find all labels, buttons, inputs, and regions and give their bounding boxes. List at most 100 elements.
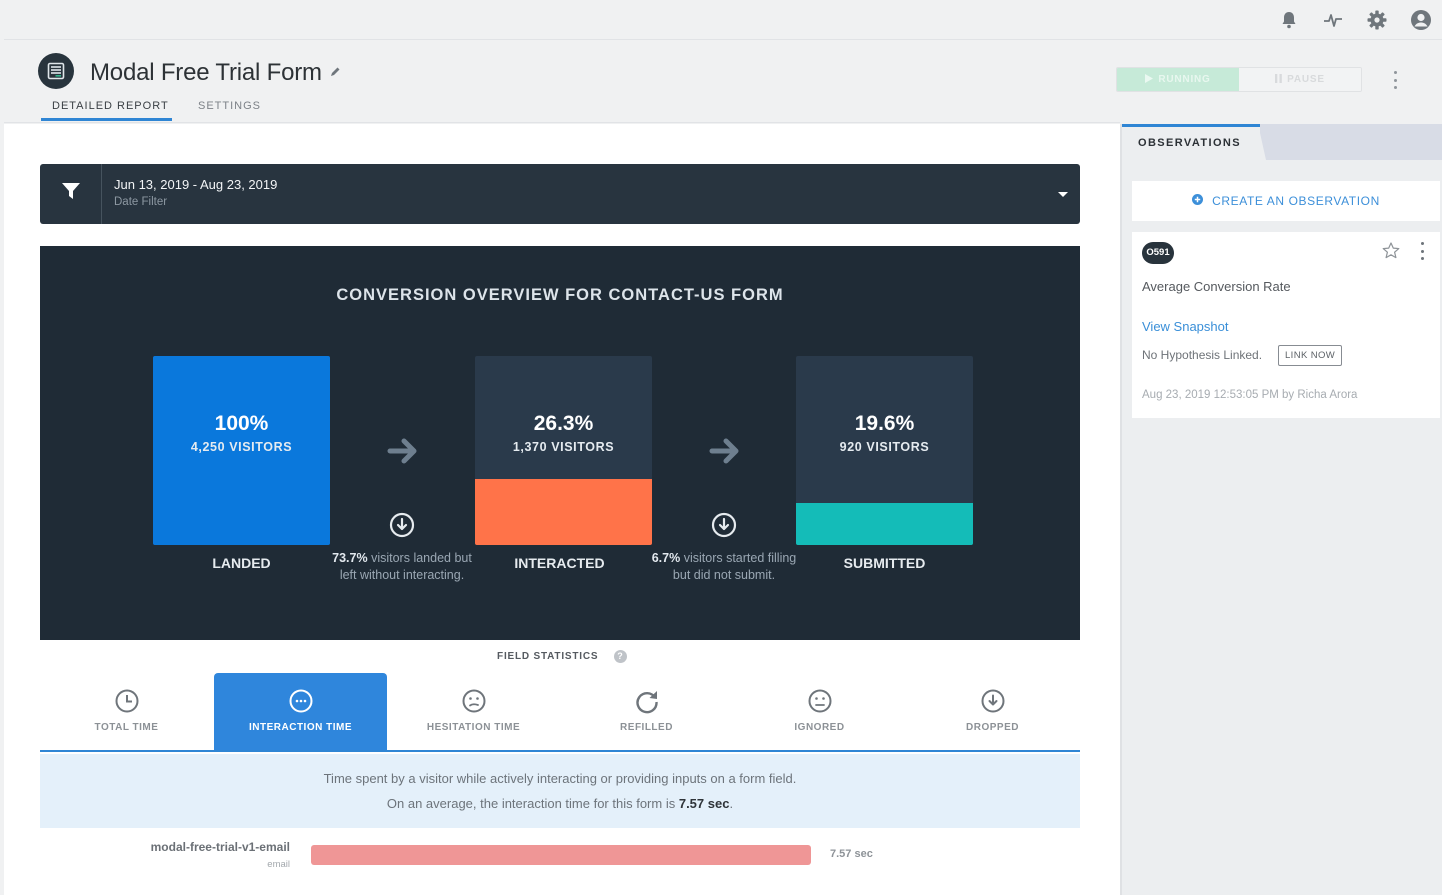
- page-title: Modal Free Trial Form: [90, 59, 322, 86]
- tab-observations[interactable]: OBSERVATIONS: [1122, 124, 1260, 160]
- tab-label: DROPPED: [966, 722, 1019, 733]
- field-name: modal-free-trial-v1-email: [150, 840, 290, 854]
- tab-total-time[interactable]: TOTAL TIME: [40, 673, 213, 750]
- tab-ignored[interactable]: IGNORED: [733, 673, 906, 750]
- run-state-toggle: RUNNING PAUSE: [1116, 67, 1362, 92]
- chevron-down-icon: [1058, 192, 1068, 197]
- description-text: Time spent by a visitor while actively i…: [323, 771, 797, 786]
- tab-label: HESITATION TIME: [426, 722, 521, 733]
- running-button[interactable]: RUNNING: [1117, 68, 1239, 91]
- observations-tab-label: OBSERVATIONS: [1138, 137, 1241, 149]
- activity-icon[interactable]: [1322, 9, 1344, 31]
- running-label: RUNNING: [1158, 74, 1211, 85]
- create-observation-label: CREATE AN OBSERVATION: [1212, 194, 1380, 208]
- stage-visitors: 1,370 VISITORS: [512, 440, 615, 454]
- stage-fill: [475, 478, 652, 545]
- tab-detailed-report[interactable]: DETAILED REPORT: [52, 100, 169, 112]
- stage-percent: 100%: [214, 412, 269, 435]
- top-bar: [4, 0, 1442, 40]
- tab-refilled[interactable]: REFILLED: [560, 673, 733, 750]
- field-type: email: [267, 859, 290, 870]
- bell-icon[interactable]: [1278, 9, 1300, 31]
- date-filter-label: Date Filter: [114, 196, 168, 208]
- link-now-button[interactable]: LINK NOW: [1278, 345, 1343, 366]
- stage-fill: [796, 503, 973, 545]
- pause-button[interactable]: PAUSE: [1239, 68, 1361, 91]
- pencil-icon[interactable]: [329, 65, 341, 83]
- field-value: 7.57 sec: [830, 848, 873, 860]
- stage-visitors: 4,250 VISITORS: [190, 440, 293, 454]
- help-icon[interactable]: ?: [613, 650, 627, 663]
- stage-label: SUBMITTED: [843, 555, 926, 571]
- arrow-right-icon: [387, 436, 421, 471]
- tab-strip-background: [1258, 124, 1442, 160]
- field-bar-track: [311, 845, 1011, 865]
- dropoff-percent: 6.7%: [651, 551, 681, 565]
- stage-percent: 26.3%: [533, 412, 594, 435]
- stage-landed: 100% 4,250 VISITORS: [153, 356, 330, 545]
- tab-label: INTERACTION TIME: [249, 722, 352, 733]
- observation-id-badge: O591: [1142, 242, 1174, 264]
- conversion-overview: CONVERSION OVERVIEW FOR CONTACT-US FORM …: [40, 246, 1080, 640]
- date-filter-dropdown[interactable]: Jun 13, 2019 - Aug 23, 2019 Date Filter: [40, 164, 1080, 224]
- gear-icon[interactable]: [1366, 9, 1388, 31]
- clock-icon: [114, 688, 140, 719]
- tab-hesitation-time[interactable]: HESITATION TIME: [387, 673, 560, 750]
- header-actions: RUNNING PAUSE: [1116, 41, 1442, 123]
- date-range: Jun 13, 2019 - Aug 23, 2019: [114, 177, 278, 192]
- dropoff-percent: 73.7%: [332, 551, 368, 565]
- drop-down-circle-icon: [389, 512, 415, 538]
- hypothesis-status: No Hypothesis Linked.: [1142, 348, 1263, 362]
- observation-card: O591 Average Conversion Rate View Snapsh…: [1132, 232, 1440, 418]
- filter-icon-box: [40, 164, 102, 224]
- plus-circle-icon: [1192, 192, 1204, 210]
- page-header: Modal Free Trial Form DETAILED REPORT SE…: [4, 41, 1120, 123]
- field-statistics-title: FIELD STATISTICS ?: [4, 650, 1120, 663]
- tab-dropped[interactable]: DROPPED: [906, 673, 1079, 750]
- metric-description: Time spent by a visitor while actively i…: [40, 754, 1080, 828]
- field-bar: [311, 845, 811, 865]
- create-observation-button[interactable]: CREATE AN OBSERVATION: [1132, 181, 1440, 221]
- main-content: Jun 13, 2019 - Aug 23, 2019 Date Filter …: [4, 124, 1120, 895]
- chat-dots-icon: [288, 688, 314, 719]
- dropoff-description: visitors started filling but did not sub…: [672, 551, 797, 582]
- observation-meta: Aug 23, 2019 12:53:05 PM by Richa Arora: [1142, 389, 1358, 401]
- neutral-face-icon: [807, 688, 833, 719]
- pause-label: PAUSE: [1287, 74, 1325, 85]
- observation-name: Average Conversion Rate: [1142, 279, 1291, 294]
- stage-visitors: 920 VISITORS: [839, 440, 930, 454]
- drop-down-circle-icon: [711, 512, 737, 538]
- pause-icon: [1275, 73, 1282, 86]
- confused-face-icon: [461, 688, 487, 719]
- tab-settings[interactable]: SETTINGS: [198, 100, 261, 112]
- form-icon: [38, 53, 74, 89]
- star-icon[interactable]: [1382, 242, 1400, 264]
- field-statistics-tabs: TOTAL TIME INTERACTION TIME HESITATION T…: [40, 673, 1080, 752]
- active-tab-indicator: [41, 118, 172, 121]
- download-circle-icon: [980, 688, 1006, 719]
- field-statistics-label: FIELD STATISTICS: [497, 651, 599, 663]
- stage-percent: 19.6%: [854, 412, 915, 435]
- average-text: On an average, the interaction time for …: [40, 796, 1080, 811]
- stage-interacted: 26.3% 1,370 VISITORS: [475, 356, 652, 545]
- tab-label: REFILLED: [620, 722, 673, 733]
- tab-interaction-time[interactable]: INTERACTION TIME: [214, 673, 387, 750]
- refresh-icon: [634, 688, 660, 719]
- filter-icon: [61, 183, 80, 205]
- more-options-icon[interactable]: [1390, 69, 1400, 91]
- overview-title: CONVERSION OVERVIEW FOR CONTACT-US FORM: [336, 286, 784, 304]
- observations-panel: OBSERVATIONS CREATE AN OBSERVATION O591 …: [1120, 124, 1442, 895]
- stage-label: LANDED: [212, 555, 271, 571]
- tab-label: TOTAL TIME: [94, 722, 159, 733]
- average-prefix: On an average, the interaction time for …: [386, 796, 676, 811]
- arrow-right-icon: [709, 436, 743, 471]
- observation-more-icon[interactable]: [1418, 242, 1426, 260]
- tab-label: IGNORED: [794, 722, 845, 733]
- user-icon[interactable]: [1410, 9, 1432, 31]
- average-suffix: .: [729, 796, 734, 811]
- stage-submitted: 19.6% 920 VISITORS: [796, 356, 973, 545]
- average-value: 7.57 sec: [678, 796, 730, 811]
- play-icon: [1145, 73, 1154, 86]
- stage-label: INTERACTED: [514, 555, 605, 571]
- view-snapshot-link[interactable]: View Snapshot: [1142, 319, 1229, 334]
